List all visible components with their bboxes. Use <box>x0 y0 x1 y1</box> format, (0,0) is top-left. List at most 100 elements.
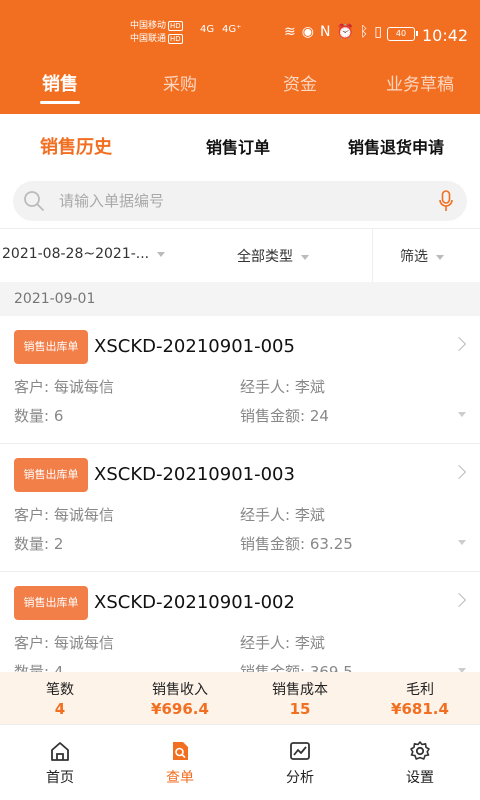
customer-label: 客户: <box>14 378 50 396</box>
status-bar: 中国移动 HD 中国联通 HD 4G 4G⁺ ≋◉N⏰ᛒ▯ 40 10:42 <box>0 16 480 56</box>
customer-value: 每诚每信 <box>53 634 114 652</box>
wifi-icon: ≋ <box>284 24 302 40</box>
handler-value: 李斌 <box>294 634 325 652</box>
amount-field: 销售金额: 63.25 <box>240 533 353 554</box>
quantity-label: 数量: <box>14 407 50 425</box>
summary-cost-value: 15 <box>289 700 311 718</box>
summary-count-label: 笔数 <box>46 682 74 698</box>
quantity-value: 4 <box>53 663 64 672</box>
doc-type-badge: 销售出库单 <box>14 330 88 364</box>
chevron-right-icon[interactable] <box>451 336 467 352</box>
handler-value: 李斌 <box>294 506 325 524</box>
customer-label: 客户: <box>14 506 50 524</box>
gear-icon <box>410 741 430 760</box>
subtab-sales-history[interactable]: 销售历史 <box>40 133 112 159</box>
summary-bar: 笔数 4 销售收入 ¥696.4 销售成本 15 毛利 ¥681.4 <box>0 672 480 724</box>
quantity-field: 数量: 6 <box>14 405 63 426</box>
chevron-right-icon[interactable] <box>451 592 467 608</box>
screen-filter-label: 筛选 <box>400 249 428 265</box>
list-item[interactable]: 销售出库单 XSCKD-20210901-002 客户: 每诚每信 经手人: 李… <box>0 572 480 672</box>
summary-revenue-value: ¥696.4 <box>151 700 209 718</box>
nav-home[interactable]: 首页 <box>0 725 120 800</box>
customer-value: 每诚每信 <box>53 378 114 396</box>
summary-count-value: 4 <box>54 700 66 718</box>
summary-profit-label: 毛利 <box>406 682 434 698</box>
date-range-filter[interactable]: 2021-08-28~2021-... <box>2 246 166 262</box>
handler-label: 经手人: <box>240 378 291 396</box>
top-tabs: 销售 采购 资金 业务草稿 <box>0 70 480 106</box>
home-icon <box>51 742 69 761</box>
chevron-down-icon <box>301 254 309 260</box>
chevron-down-icon <box>157 251 166 257</box>
handler-field: 经手人: 李斌 <box>240 632 325 653</box>
subtab-sales-orders[interactable]: 销售订单 <box>206 134 270 158</box>
amount-label: 销售金额: <box>240 663 306 672</box>
microphone-icon[interactable] <box>439 190 453 212</box>
handler-value: 李斌 <box>294 378 325 396</box>
search-input[interactable] <box>59 189 429 213</box>
screen-filter[interactable]: 筛选 <box>400 246 444 266</box>
tab-drafts[interactable]: 业务草稿 <box>360 70 480 106</box>
nav-analysis[interactable]: 分析 <box>240 725 360 800</box>
summary-cost-label: 销售成本 <box>272 682 328 698</box>
carrier2-label: 中国联通 <box>130 34 167 44</box>
hd-badge: HD <box>168 34 183 44</box>
hd-badge: HD <box>168 21 183 31</box>
doc-number: XSCKD-20210901-005 <box>94 336 295 357</box>
search-area <box>0 174 480 228</box>
handler-field: 经手人: 李斌 <box>240 376 325 397</box>
quantity-label: 数量: <box>14 663 50 672</box>
tab-sales[interactable]: 销售 <box>0 70 120 106</box>
record-list: 销售出库单 XSCKD-20210901-005 客户: 每诚每信 经手人: 李… <box>0 316 480 672</box>
customer-value: 每诚每信 <box>53 506 114 524</box>
amount-label: 销售金额: <box>240 535 306 553</box>
alarm-icon: ⏰ <box>336 24 360 40</box>
list-item[interactable]: 销售出库单 XSCKD-20210901-003 客户: 每诚每信 经手人: 李… <box>0 444 480 572</box>
customer-label: 客户: <box>14 634 50 652</box>
expand-icon[interactable] <box>458 412 466 417</box>
nav-home-label: 首页 <box>46 770 74 786</box>
type-filter-label: 全部类型 <box>237 249 293 265</box>
nav-query-label: 查单 <box>166 770 194 786</box>
chevron-right-icon[interactable] <box>451 464 467 480</box>
bottom-nav: 首页 查单 分析 设置 <box>0 724 480 800</box>
doc-type-badge: 销售出库单 <box>14 458 88 492</box>
net2-signal: 4G⁺ <box>222 24 242 35</box>
subtab-return-requests[interactable]: 销售退货申请 <box>348 134 444 158</box>
amount-value: 24 <box>309 407 329 425</box>
list-item[interactable]: 销售出库单 XSCKD-20210901-005 客户: 每诚每信 经手人: 李… <box>0 316 480 444</box>
doc-number: XSCKD-20210901-003 <box>94 464 295 485</box>
nav-settings[interactable]: 设置 <box>360 725 480 800</box>
date-range-label: 2021-08-28~2021-... <box>2 246 150 262</box>
chart-icon <box>290 742 310 760</box>
carrier1-label: 中国移动 <box>130 21 167 31</box>
nav-query[interactable]: 查单 <box>120 725 240 800</box>
type-filter[interactable]: 全部类型 <box>237 246 309 266</box>
date-group-header: 2021-09-01 <box>0 282 480 316</box>
tab-funds[interactable]: 资金 <box>240 70 360 106</box>
customer-field: 客户: 每诚每信 <box>14 504 114 525</box>
eye-icon: ◉ <box>301 24 320 40</box>
status-icons: ≋◉N⏰ᛒ▯ <box>284 24 388 40</box>
top-bar: 中国移动 HD 中国联通 HD 4G 4G⁺ ≋◉N⏰ᛒ▯ 40 10:42 销售 … <box>0 0 480 114</box>
doc-type-badge: 销售出库单 <box>14 586 88 620</box>
quantity-field: 数量: 4 <box>14 661 63 672</box>
query-icon <box>173 742 188 760</box>
bluetooth-icon: ᛒ <box>359 24 375 40</box>
carrier-info: 中国移动 HD 中国联通 HD <box>130 20 183 46</box>
summary-profit: 毛利 ¥681.4 <box>360 672 480 724</box>
filter-bar: 2021-08-28~2021-... 全部类型 筛选 <box>0 228 480 283</box>
summary-revenue-label: 销售收入 <box>152 682 208 698</box>
vibrate-icon: ▯ <box>374 24 388 40</box>
clock: 10:42 <box>422 26 469 45</box>
search-icon <box>24 191 44 211</box>
handler-label: 经手人: <box>240 506 291 524</box>
chevron-down-icon <box>436 254 444 260</box>
quantity-field: 数量: 2 <box>14 533 63 554</box>
expand-icon[interactable] <box>458 540 466 545</box>
nav-analysis-label: 分析 <box>286 770 314 786</box>
tab-purchase[interactable]: 采购 <box>120 70 240 106</box>
customer-field: 客户: 每诚每信 <box>14 376 114 397</box>
amount-value: 369.5 <box>309 663 353 672</box>
amount-field: 销售金额: 369.5 <box>240 661 353 672</box>
